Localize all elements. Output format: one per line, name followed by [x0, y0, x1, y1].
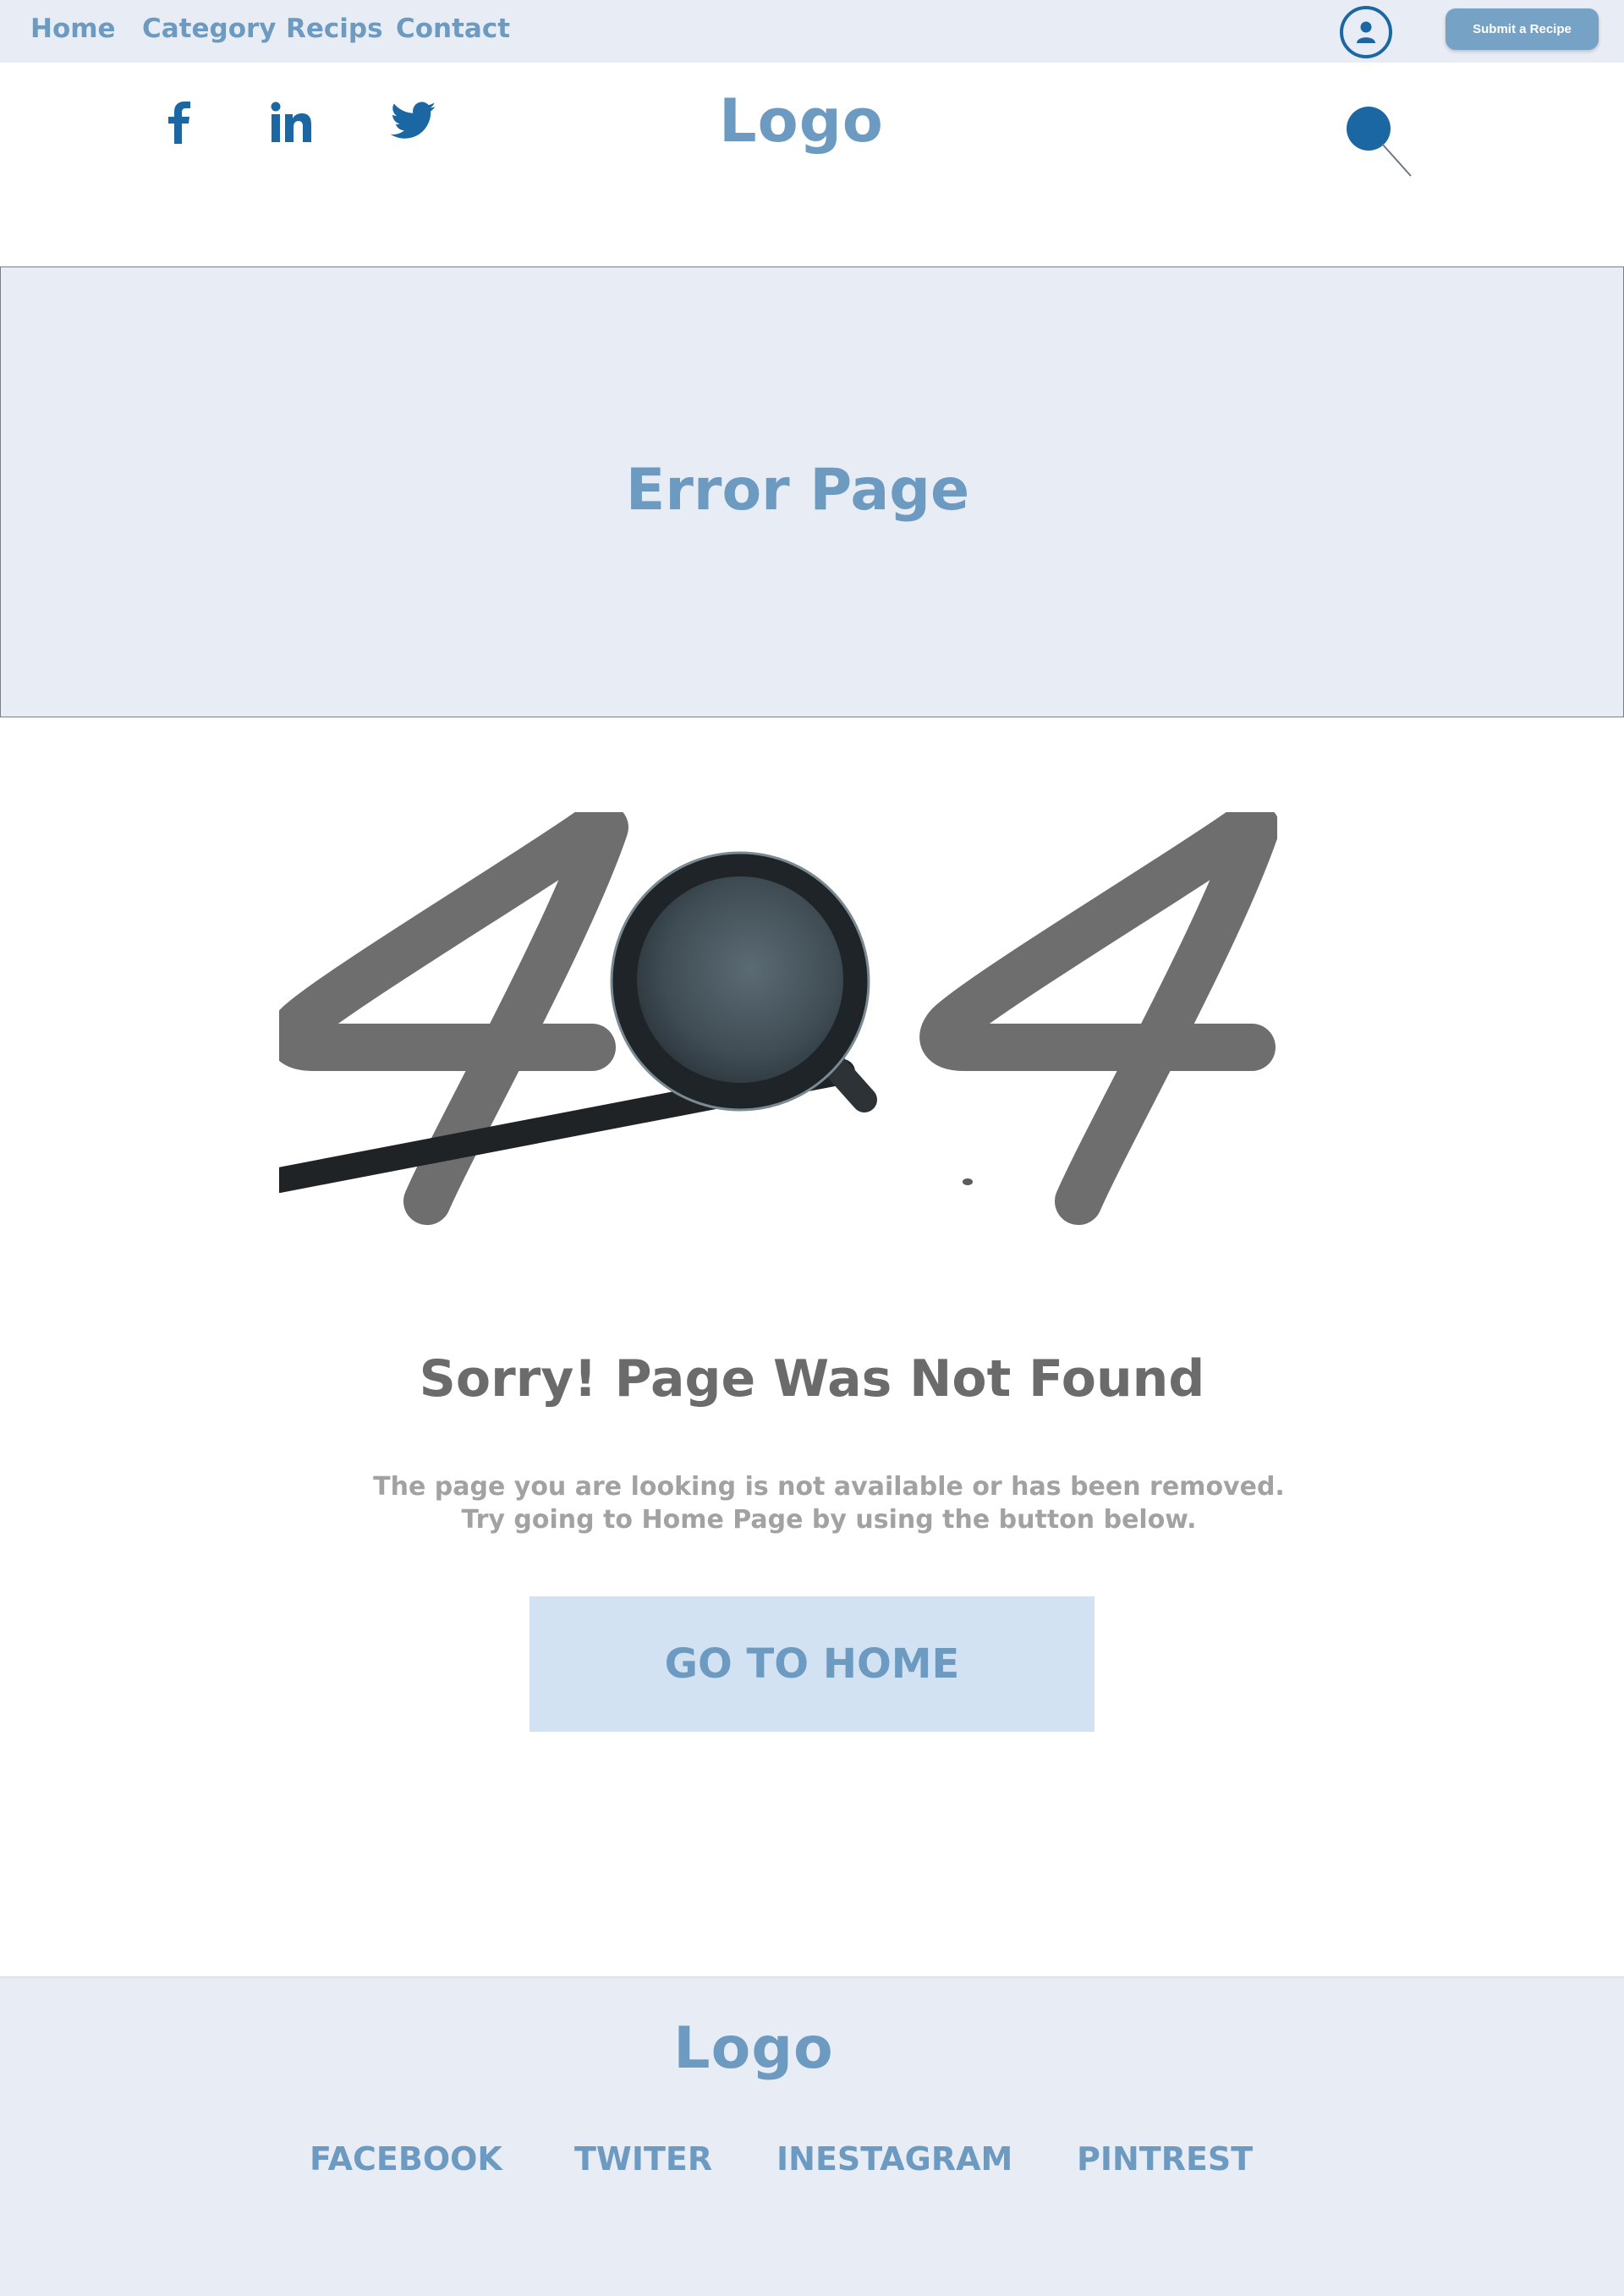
linkedin-icon[interactable]	[271, 102, 311, 142]
go-to-home-button[interactable]: GO TO HOME	[529, 1596, 1095, 1732]
footer-logo[interactable]: Logo	[0, 2015, 1507, 2082]
header-logo[interactable]: Logo	[719, 86, 883, 156]
page-title: Error Page	[625, 457, 970, 524]
search-icon	[1347, 107, 1412, 177]
footer-link-facebook[interactable]: FACEBOOK	[310, 2140, 502, 2178]
nav-category-link[interactable]: Category	[142, 14, 277, 44]
nav-home-link[interactable]: Home	[30, 14, 116, 44]
footer-link-inestagram[interactable]: INESTAGRAM	[776, 2140, 1012, 2178]
error-heading: Sorry! Page Was Not Found	[419, 1349, 1205, 1409]
search-button[interactable]	[1345, 105, 1413, 178]
nav-contact-link[interactable]: Contact	[396, 14, 510, 44]
nav-recips-link[interactable]: Recips	[286, 14, 383, 44]
facebook-icon[interactable]	[166, 102, 195, 144]
404-frying-pan-illustration	[279, 812, 1277, 1225]
frying-pan	[279, 851, 973, 1193]
user-account-button[interactable]	[1340, 6, 1392, 58]
footer-link-twiter[interactable]: TWITER	[574, 2140, 712, 2178]
digit-four-right	[919, 812, 1277, 1225]
error-description: The page you are looking is not availabl…	[373, 1472, 1285, 1535]
twitter-icon[interactable]	[390, 102, 436, 140]
submit-recipe-button[interactable]: Submit a Recipe	[1446, 8, 1599, 50]
user-icon	[1357, 21, 1375, 43]
footer-link-pintrest[interactable]: PINTREST	[1077, 2140, 1253, 2178]
